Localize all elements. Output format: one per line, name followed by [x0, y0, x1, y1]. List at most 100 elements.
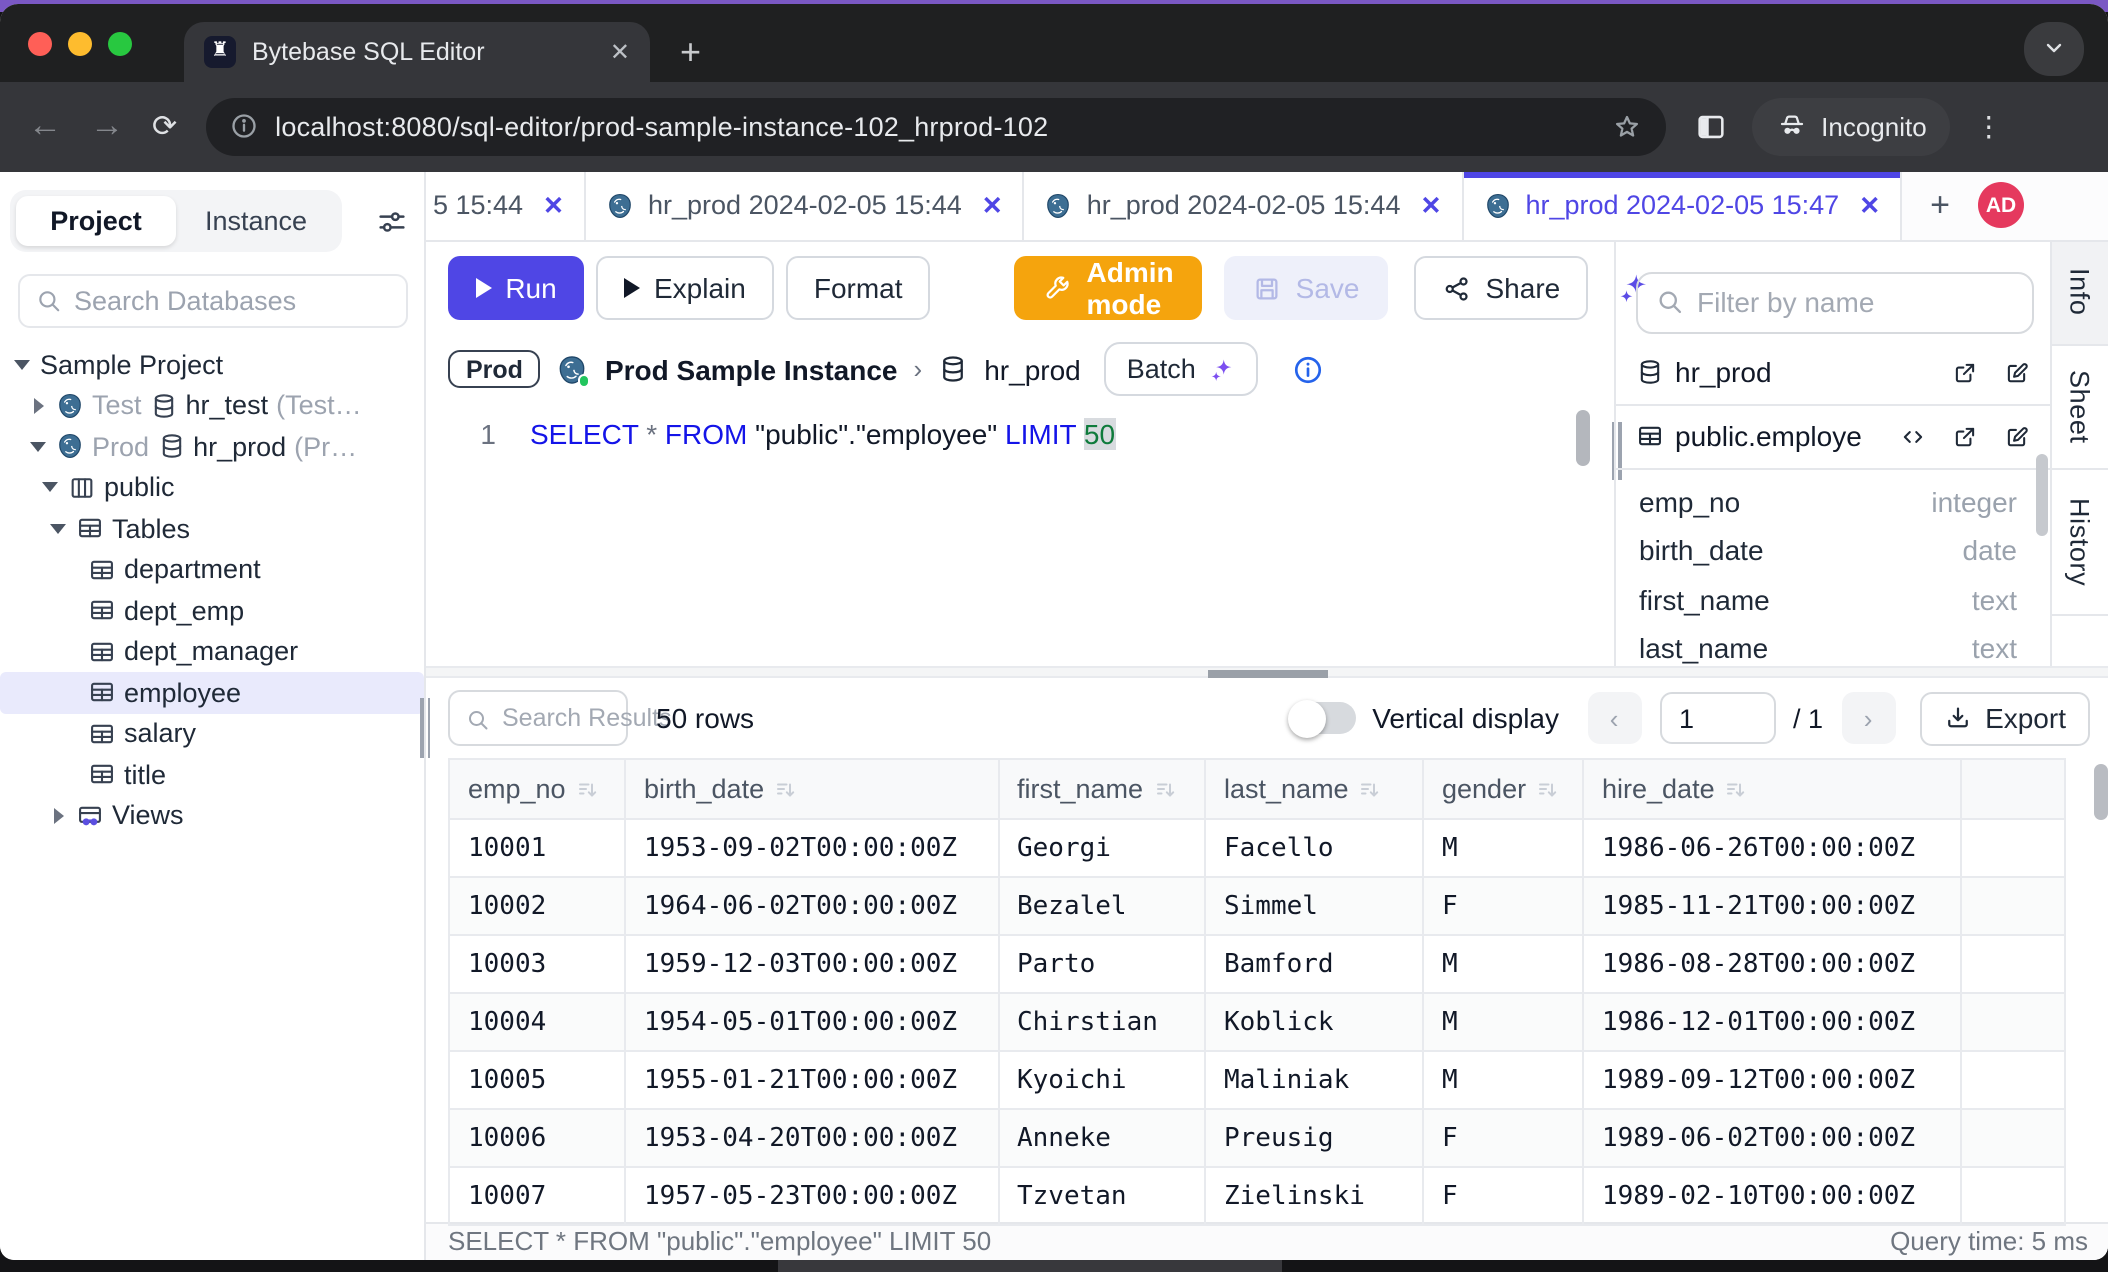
next-page-button[interactable]: › — [1841, 692, 1895, 744]
caret-down-icon[interactable] — [48, 524, 68, 534]
column-header-first_name[interactable]: first_name — [998, 759, 1205, 819]
tree-item-dept_emp[interactable]: dept_emp — [0, 590, 424, 631]
new-editor-tab-button[interactable]: + — [1930, 186, 1950, 226]
close-tab-icon[interactable]: ✕ — [610, 37, 630, 65]
reload-icon[interactable]: ⟳ — [152, 109, 177, 145]
prev-page-button[interactable]: ‹ — [1587, 692, 1641, 744]
tab-instance[interactable]: Instance — [176, 196, 336, 246]
table-cell: Georgi — [998, 819, 1205, 877]
table-row[interactable]: 100071957-05-23T00:00:00ZTzvetanZielinsk… — [449, 1167, 2064, 1225]
sql-code: SELECT * FROM "public"."employee" LIMIT … — [530, 417, 1115, 449]
tree-item-tables[interactable]: Tables — [0, 508, 424, 549]
avatar[interactable]: AD — [1978, 183, 2024, 229]
minimize-window-button[interactable] — [68, 31, 92, 55]
address-bar[interactable]: localhost:8080/sql-editor/prod-sample-in… — [205, 98, 1665, 156]
site-info-icon[interactable] — [229, 113, 257, 141]
rail-tab-history[interactable]: History — [2051, 470, 2108, 616]
table-row[interactable]: 100031959-12-03T00:00:00ZPartoBamfordM19… — [449, 935, 2064, 993]
export-button[interactable]: Export — [1919, 691, 2090, 745]
table-cell: Parto — [998, 935, 1205, 993]
forward-icon[interactable]: → — [90, 107, 124, 147]
rail-tab-sheet[interactable]: Sheet — [2051, 346, 2108, 470]
column-header-last_name[interactable]: last_name — [1205, 759, 1423, 819]
format-button[interactable]: Format — [786, 256, 931, 320]
column-row-first_name[interactable]: first_nametext — [1615, 575, 2049, 624]
tree-item-sampleproject[interactable]: Sample Project — [0, 344, 424, 385]
table-row[interactable]: 100041954-05-01T00:00:00ZChirstianKoblic… — [449, 993, 2064, 1051]
open-external-icon[interactable] — [1951, 423, 1977, 449]
column-header-birth_date[interactable]: birth_date — [625, 759, 998, 819]
column-header-hire_date[interactable]: hire_date — [1583, 759, 1960, 819]
editor-tab-2[interactable]: hr_prod 2024-02-05 15:44✕ — [1025, 172, 1464, 239]
table-row[interactable]: 100021964-06-02T00:00:00ZBezalelSimmelF1… — [449, 877, 2064, 935]
explain-button[interactable]: Explain — [596, 256, 774, 320]
browser-tab[interactable]: ♜ Bytebase SQL Editor ✕ — [184, 21, 650, 81]
close-tab-icon[interactable]: ✕ — [543, 191, 564, 221]
close-tab-icon[interactable]: ✕ — [1420, 191, 1441, 221]
close-tab-icon[interactable]: ✕ — [982, 191, 1003, 221]
editor-tab-1[interactable]: hr_prod 2024-02-05 15:44✕ — [586, 172, 1025, 239]
tree-item-views[interactable]: Views — [0, 795, 424, 836]
code-icon[interactable] — [1899, 423, 1925, 449]
caret-down-icon[interactable] — [12, 360, 32, 370]
postgres-icon — [1045, 192, 1073, 220]
table-row[interactable]: 100061953-04-20T00:00:00ZAnnekePreusigF1… — [449, 1109, 2064, 1167]
tree-item-employee[interactable]: employee — [0, 672, 424, 713]
search-results-input[interactable]: Search Results — [448, 690, 628, 746]
back-icon[interactable]: ← — [28, 107, 62, 147]
browser-menu-icon[interactable]: ⋮ — [1975, 110, 2003, 144]
tree-item-department[interactable]: department — [0, 549, 424, 590]
tab-project[interactable]: Project — [16, 196, 176, 246]
table-row[interactable]: 100051955-01-21T00:00:00ZKyoichiMaliniak… — [449, 1051, 2064, 1109]
table-icon — [88, 720, 116, 748]
close-tab-icon[interactable]: ✕ — [1859, 191, 1880, 221]
side-panel-icon[interactable] — [1693, 110, 1727, 144]
caret-right-icon[interactable] — [48, 808, 68, 824]
tree-item-title[interactable]: title — [0, 754, 424, 795]
close-window-button[interactable] — [28, 31, 52, 55]
edit-icon[interactable] — [2003, 423, 2029, 449]
search-databases-input[interactable]: Search Databases — [18, 274, 408, 328]
save-button[interactable]: Save — [1224, 256, 1388, 320]
new-tab-button[interactable]: + — [680, 23, 701, 79]
editor-tab-0[interactable]: 5 15:44✕ — [426, 172, 586, 239]
column-header-emp_no[interactable]: emp_no — [449, 759, 625, 819]
tree-item-public[interactable]: public — [0, 467, 424, 508]
zoom-window-button[interactable] — [108, 31, 132, 55]
table-cell: Preusig — [1205, 1109, 1423, 1167]
vertical-display-toggle[interactable] — [1290, 703, 1356, 734]
rail-tab-info[interactable]: Info — [2051, 241, 2108, 346]
sql-editor[interactable]: 1 SELECT * FROM "public"."employee" LIMI… — [426, 403, 1613, 665]
admin-mode-button[interactable]: Admin mode — [1015, 256, 1202, 320]
column-row-birth_date[interactable]: birth_datedate — [1615, 526, 2049, 575]
share-button[interactable]: Share — [1414, 256, 1589, 320]
filter-by-name-input[interactable]: Filter by name — [1635, 271, 2033, 333]
tree-item-salary[interactable]: salary — [0, 713, 424, 754]
filter-settings-icon[interactable] — [376, 205, 408, 237]
run-button[interactable]: Run — [448, 256, 584, 320]
results-scrollbar[interactable] — [2094, 764, 2108, 820]
tree-item-hr_prod[interactable]: Prodhr_prod(Pr… — [0, 426, 424, 467]
schema-scrollbar[interactable] — [2035, 453, 2047, 535]
caret-down-icon[interactable] — [28, 442, 48, 452]
editor-scrollbar[interactable] — [1575, 409, 1589, 465]
table-row[interactable]: 100011953-09-02T00:00:00ZGeorgiFacelloM1… — [449, 819, 2064, 877]
bookmark-star-icon[interactable] — [1611, 112, 1641, 142]
column-row-emp_no[interactable]: emp_nointeger — [1615, 477, 2049, 526]
edit-icon[interactable] — [2003, 359, 2029, 385]
connection-info-icon[interactable] — [1292, 353, 1324, 385]
editor-tab-3[interactable]: hr_prod 2024-02-05 15:47✕ — [1463, 172, 1902, 239]
tab-search-chevron-button[interactable] — [2024, 21, 2084, 75]
caret-right-icon[interactable] — [28, 398, 48, 414]
open-external-icon[interactable] — [1951, 359, 1977, 385]
page-number-input[interactable]: 1 — [1659, 692, 1775, 744]
tree-item-dept_manager[interactable]: dept_manager — [0, 631, 424, 672]
search-icon — [36, 288, 62, 314]
tree-item-hr_test[interactable]: Testhr_test(Test… — [0, 385, 424, 426]
caret-down-icon[interactable] — [40, 483, 60, 493]
divider-drag-handle[interactable] — [1207, 669, 1327, 679]
column-header-gender[interactable]: gender — [1423, 759, 1583, 819]
sidebar-resize-handle[interactable] — [420, 698, 430, 758]
sort-icon — [774, 777, 798, 801]
batch-button[interactable]: Batch — [1105, 342, 1258, 396]
